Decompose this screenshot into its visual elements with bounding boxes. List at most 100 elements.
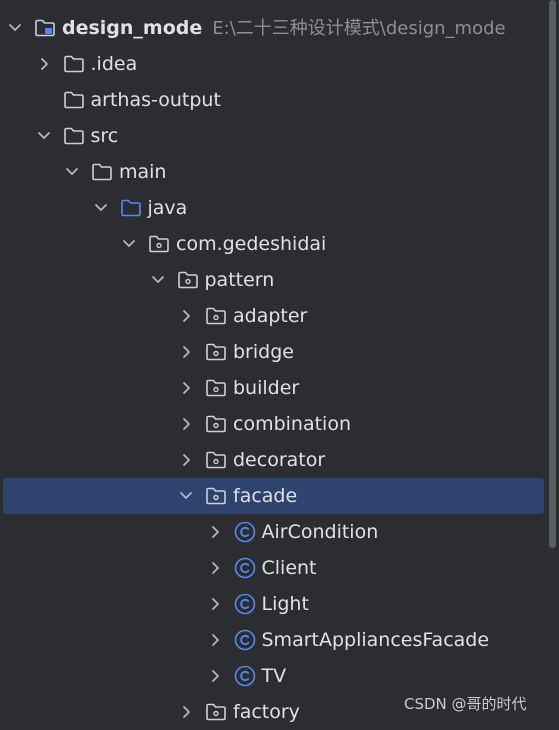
- vertical-scrollbar[interactable]: [549, 0, 556, 548]
- watermark: CSDN @哥的时代: [404, 695, 527, 713]
- node-name: bridge: [233, 341, 294, 363]
- tree-row-label: TV: [262, 663, 287, 689]
- project-path: E:\二十三种设计模式\design_mode: [212, 18, 506, 39]
- chevron-right-icon[interactable]: [206, 559, 224, 577]
- project-tree[interactable]: design_mode E:\二十三种设计模式\design_mode .idea a…: [0, 0, 559, 723]
- package-icon: [205, 341, 227, 363]
- node-name: Client: [261, 557, 317, 579]
- class-icon: [234, 521, 256, 543]
- tree-row-light[interactable]: Light: [0, 586, 548, 622]
- node-name: builder: [233, 377, 300, 399]
- node-name: adapter: [233, 305, 308, 327]
- node-name: pattern: [204, 269, 275, 291]
- node-name: .idea: [90, 53, 138, 75]
- tree-row-label: adapter: [233, 303, 307, 329]
- node-name: main: [119, 161, 167, 183]
- chevron-down-icon[interactable]: [92, 199, 110, 217]
- tree-row-combination[interactable]: combination: [0, 406, 548, 442]
- chevron-down-icon[interactable]: [149, 271, 167, 289]
- tree-row-design-mode[interactable]: design_mode E:\二十三种设计模式\design_mode: [0, 10, 548, 46]
- tree-row-label: AirCondition: [262, 519, 379, 545]
- tree-row-client[interactable]: Client: [0, 550, 548, 586]
- chevron-down-icon[interactable]: [177, 487, 195, 505]
- class-icon: [234, 593, 256, 615]
- tree-row-smartappliancesfacade[interactable]: SmartAppliancesFacade: [0, 622, 548, 658]
- tree-row-com-gedeshidai[interactable]: com.gedeshidai: [0, 226, 548, 262]
- node-name: SmartAppliancesFacade: [261, 629, 490, 651]
- chevron-right-icon[interactable]: [177, 379, 195, 397]
- folder-icon: [63, 53, 85, 75]
- package-icon: [205, 701, 227, 723]
- package-icon: [205, 485, 227, 507]
- node-name: factory: [233, 701, 300, 723]
- tree-row-label: pattern: [205, 267, 275, 293]
- chevron-right-icon[interactable]: [206, 631, 224, 649]
- tree-row-label: builder: [233, 375, 299, 401]
- chevron-right-icon[interactable]: [35, 55, 53, 73]
- node-name: AirCondition: [261, 521, 379, 543]
- folder-icon: [91, 161, 113, 183]
- tree-row-decorator[interactable]: decorator: [0, 442, 548, 478]
- chevron-down-icon[interactable]: [6, 19, 24, 37]
- module-folder-icon: [34, 17, 56, 39]
- tree-row-label: java: [148, 195, 188, 221]
- chevron-right-icon[interactable]: [206, 523, 224, 541]
- class-icon: [234, 665, 256, 687]
- chevron-right-icon[interactable]: [177, 451, 195, 469]
- node-name: design_mode: [62, 17, 203, 39]
- node-name: java: [147, 197, 188, 219]
- chevron-down-icon[interactable]: [63, 163, 81, 181]
- tree-row-pattern[interactable]: pattern: [0, 262, 548, 298]
- tree-row-label: bridge: [233, 339, 294, 365]
- class-icon: [234, 557, 256, 579]
- folder-icon: [63, 89, 85, 111]
- chevron-right-icon[interactable]: [177, 703, 195, 721]
- package-icon: [148, 233, 170, 255]
- tree-row-tv[interactable]: TV: [0, 658, 548, 694]
- tree-row-java[interactable]: java: [0, 190, 548, 226]
- tree-row-label: Client: [262, 555, 317, 581]
- tree-row-label: main: [119, 159, 166, 185]
- chevron-right-icon[interactable]: [177, 307, 195, 325]
- tree-row--idea[interactable]: .idea: [0, 46, 548, 82]
- tree-row-label: com.gedeshidai: [176, 231, 326, 257]
- node-name: decorator: [233, 449, 326, 471]
- node-name: TV: [261, 665, 287, 687]
- tree-row-adapter[interactable]: adapter: [0, 298, 548, 334]
- tree-row-label: .idea: [91, 51, 138, 77]
- tree-row-label: design_mode E:\二十三种设计模式\design_mode: [62, 15, 506, 42]
- tree-row-arthas-output[interactable]: arthas-output: [0, 82, 548, 118]
- folder-icon: [63, 125, 85, 147]
- package-icon: [205, 377, 227, 399]
- tree-row-facade[interactable]: facade: [3, 478, 544, 514]
- tree-row-main[interactable]: main: [0, 154, 548, 190]
- package-icon: [205, 305, 227, 327]
- node-name: facade: [233, 485, 298, 507]
- node-name: combination: [233, 413, 351, 435]
- tree-row-aircondition[interactable]: AirCondition: [0, 514, 548, 550]
- package-icon: [177, 269, 199, 291]
- chevron-right-icon[interactable]: [206, 667, 224, 685]
- tree-row-src[interactable]: src: [0, 118, 548, 154]
- tree-row-bridge[interactable]: bridge: [0, 334, 548, 370]
- node-name: arthas-output: [90, 89, 221, 111]
- node-name: Light: [261, 593, 309, 615]
- tree-row-label: Light: [262, 591, 309, 617]
- package-icon: [205, 413, 227, 435]
- chevron-down-icon[interactable]: [35, 127, 53, 145]
- chevron-right-icon[interactable]: [177, 343, 195, 361]
- tree-row-label: SmartAppliancesFacade: [262, 627, 490, 653]
- tree-row-label: arthas-output: [91, 87, 221, 113]
- chevron-down-icon[interactable]: [120, 235, 138, 253]
- tree-row-label: facade: [233, 483, 297, 509]
- tree-row-builder[interactable]: builder: [0, 370, 548, 406]
- tree-row-label: factory: [233, 699, 300, 725]
- tree-row-label: src: [91, 123, 119, 149]
- tree-row-label: combination: [233, 411, 351, 437]
- package-icon: [205, 449, 227, 471]
- tree-row-label: decorator: [233, 447, 325, 473]
- chevron-right-icon[interactable]: [177, 415, 195, 433]
- node-name: src: [90, 125, 119, 147]
- source-folder-icon: [120, 197, 142, 219]
- chevron-right-icon[interactable]: [206, 595, 224, 613]
